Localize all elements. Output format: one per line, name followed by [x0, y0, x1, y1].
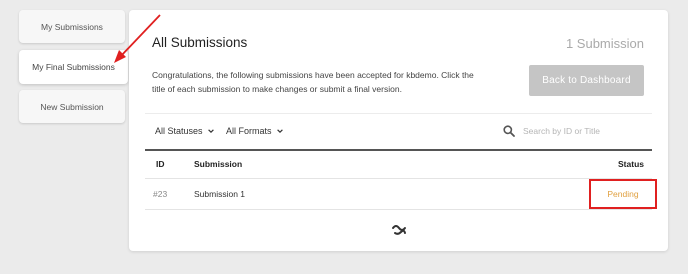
submission-count: 1 Submission [565, 36, 644, 51]
chevron-down-icon [276, 129, 283, 134]
sidebar-item-label: My Final Submissions [32, 62, 115, 72]
search-input[interactable] [523, 126, 643, 136]
format-filter-dropdown[interactable]: All Formats [226, 126, 283, 136]
loading-icon [392, 225, 406, 235]
description-text: Congratulations, the following submissio… [152, 70, 474, 94]
row-divider [145, 209, 652, 210]
row-divider [145, 178, 652, 179]
status-filter-label: All Statuses [155, 126, 203, 136]
table-header-divider [145, 149, 652, 151]
submission-id: #23 [153, 189, 168, 199]
column-header-submission: Submission [194, 159, 243, 169]
sidebar-item-label: My Submissions [41, 21, 103, 32]
search-box [503, 123, 653, 139]
submission-title-link[interactable]: Submission 1 [194, 189, 245, 199]
sidebar-item-my-final-submissions[interactable]: My Final Submissions [19, 50, 128, 84]
chevron-down-icon [207, 129, 214, 134]
search-icon[interactable] [503, 125, 515, 137]
sidebar-item-label: New Submission [40, 101, 104, 112]
submissions-panel: All Submissions 1 Submission Congratulat… [129, 10, 668, 251]
column-header-status: Status [618, 159, 644, 169]
status-badge: Pending [607, 189, 639, 199]
page-title: All Submissions [152, 35, 248, 50]
divider [145, 113, 652, 114]
column-header-id: ID [156, 159, 165, 169]
status-filter-dropdown[interactable]: All Statuses [155, 126, 214, 136]
back-to-dashboard-button[interactable]: Back to Dashboard [529, 65, 644, 96]
status-highlight-box: Pending [589, 179, 657, 209]
sidebar-item-my-submissions[interactable]: My Submissions [19, 10, 125, 43]
sidebar-item-new-submission[interactable]: New Submission [19, 90, 125, 123]
format-filter-label: All Formats [226, 126, 272, 136]
